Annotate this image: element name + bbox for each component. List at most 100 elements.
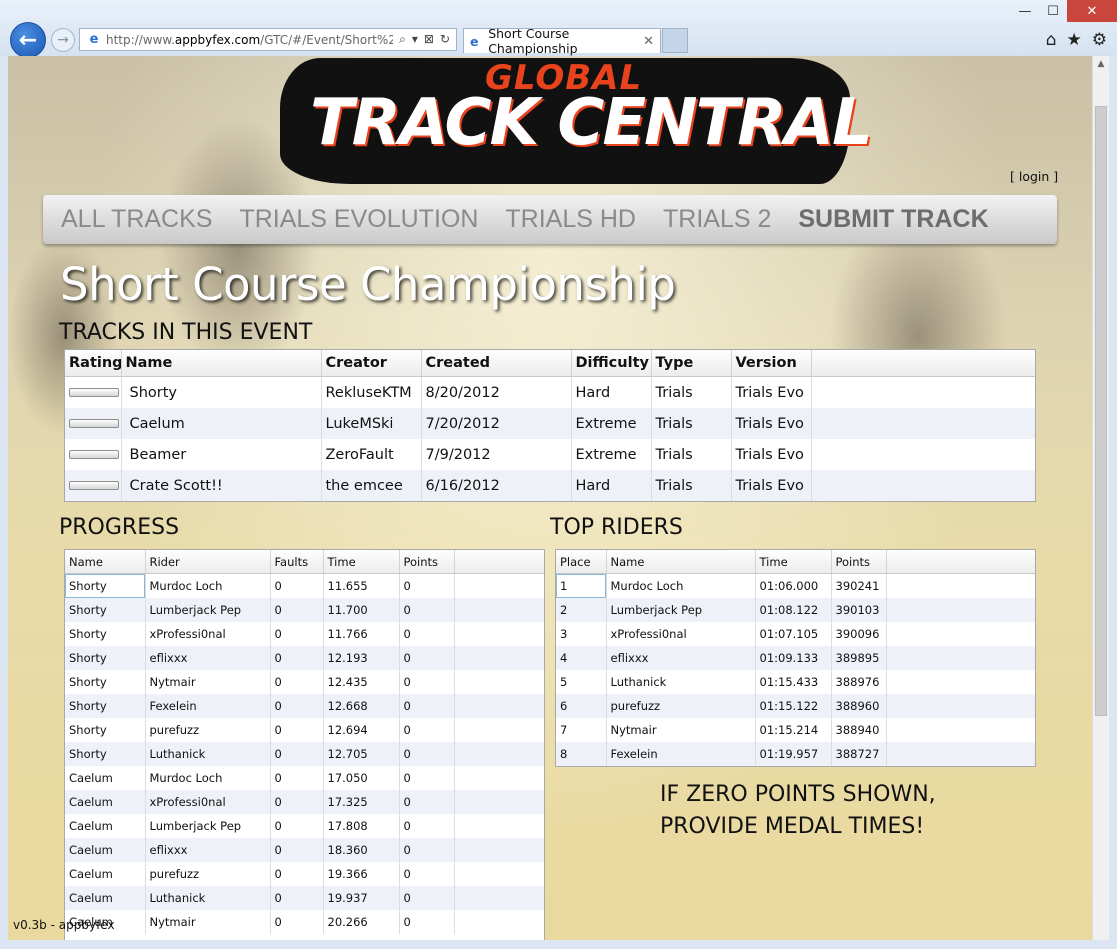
progress-row[interactable]: Caelum xProfessi0nal 0 17.325 0 xyxy=(65,790,544,814)
top-rider-row[interactable]: 3 xProfessi0nal 01:07.105 390096 xyxy=(556,622,1035,646)
col-header-name[interactable]: Name xyxy=(121,350,322,377)
track-row[interactable]: Caelum LukeMSki 7/20/2012 Extreme Trials Tria… xyxy=(65,408,1035,439)
rating-bar[interactable] xyxy=(69,450,119,459)
track-creator-cell: LukeMSki xyxy=(321,408,422,439)
col-header-name[interactable]: Name xyxy=(606,550,756,574)
col-header-place[interactable]: Place xyxy=(556,550,607,574)
refresh-icon[interactable]: ↻ xyxy=(440,32,450,47)
points-cell: 0 xyxy=(399,694,455,718)
progress-row[interactable]: Shorty Luthanick 0 12.705 0 xyxy=(65,742,544,766)
progress-row[interactable]: Caelum purefuzz 0 19.366 0 xyxy=(65,862,544,886)
col-header-rating[interactable]: Rating xyxy=(65,350,122,377)
track-name-cell[interactable]: Caelum xyxy=(121,408,322,439)
close-window-button[interactable]: ✕ xyxy=(1067,0,1117,22)
col-header-creator[interactable]: Creator xyxy=(321,350,422,377)
track-creator-cell: the emcee xyxy=(321,470,422,501)
track-row[interactable]: Beamer ZeroFault 7/9/2012 Extreme Trials Tria… xyxy=(65,439,1035,470)
progress-row[interactable]: Shorty Nytmair 0 12.435 0 xyxy=(65,670,544,694)
progress-row[interactable]: Shorty purefuzz 0 12.694 0 xyxy=(65,718,544,742)
logo[interactable]: GLOBAL TRACK CENTRAL xyxy=(280,58,873,184)
tab-short-course[interactable]: e Short Course Championship ✕ xyxy=(463,26,661,56)
scroll-up-icon[interactable]: ▲ xyxy=(1093,56,1109,73)
col-header-difficulty[interactable]: Difficulty xyxy=(571,350,652,377)
gear-icon[interactable]: ⚙ xyxy=(1092,30,1107,50)
track-name-cell[interactable]: Beamer xyxy=(121,439,322,470)
track-name-cell: Caelum xyxy=(65,790,146,814)
track-name-cell: Shorty xyxy=(65,694,146,718)
col-header-points[interactable]: Points xyxy=(831,550,887,574)
progress-row[interactable]: Caelum eflixxx 0 18.360 0 xyxy=(65,838,544,862)
forward-button[interactable]: → xyxy=(51,28,75,52)
col-header-faults[interactable]: Faults xyxy=(270,550,324,574)
track-row[interactable]: Shorty RekluseKTM 8/20/2012 Hard Trials Trial… xyxy=(65,376,1035,408)
dropdown-icon[interactable]: ▾ xyxy=(412,32,418,47)
rider-name-cell: purefuzz xyxy=(606,694,756,718)
progress-row[interactable]: Caelum Lumberjack Pep 0 17.808 0 xyxy=(65,814,544,838)
rating-bar[interactable] xyxy=(69,419,119,428)
col-header-time[interactable]: Time xyxy=(323,550,400,574)
scrollbar-thumb[interactable] xyxy=(1095,106,1107,716)
search-icon[interactable]: ⌕ xyxy=(399,32,406,47)
col-header-type[interactable]: Type xyxy=(651,350,732,377)
maximize-button[interactable]: ☐ xyxy=(1039,0,1067,22)
url-text[interactable]: http://www.appbyfex.com/GTC/#/Event/Shor… xyxy=(106,33,393,47)
col-header-points[interactable]: Points xyxy=(399,550,455,574)
track-row[interactable]: Crate Scott!! the emcee 6/16/2012 Hard Trial… xyxy=(65,470,1035,501)
nav-submit-track[interactable]: SUBMIT TRACK xyxy=(798,205,988,234)
window-controls: — ☐ ✕ xyxy=(1011,0,1117,22)
address-bar[interactable]: e http://www.appbyfex.com/GTC/#/Event/Sh… xyxy=(79,28,457,51)
progress-row[interactable]: Shorty eflixxx 0 12.193 0 xyxy=(65,646,544,670)
track-name-cell[interactable]: Shorty xyxy=(121,376,322,408)
col-header-version[interactable]: Version xyxy=(731,350,812,377)
progress-row[interactable]: Caelum Luthanick 0 19.937 0 xyxy=(65,886,544,910)
col-header-created[interactable]: Created xyxy=(421,350,572,377)
progress-heading: PROGRESS xyxy=(59,515,180,540)
nav-trials-hd[interactable]: TRIALS HD xyxy=(505,205,636,234)
nav-trials-evolution[interactable]: TRIALS EVOLUTION xyxy=(239,205,478,234)
tab-close-icon[interactable]: ✕ xyxy=(643,34,654,49)
points-cell: 388727 xyxy=(831,742,887,766)
top-rider-row[interactable]: 1 Murdoc Loch 01:06.000 390241 xyxy=(556,573,1035,598)
progress-row[interactable]: Caelum Murdoc Loch 0 17.050 0 xyxy=(65,766,544,790)
time-cell: 17.050 xyxy=(323,766,400,790)
col-header-filler xyxy=(886,550,1035,574)
home-icon[interactable]: ⌂ xyxy=(1046,30,1057,50)
compat-view-icon[interactable]: ⊠ xyxy=(424,32,434,47)
top-rider-row[interactable]: 2 Lumberjack Pep 01:08.122 390103 xyxy=(556,598,1035,622)
track-rating-cell[interactable] xyxy=(65,408,122,439)
new-tab-button[interactable] xyxy=(662,28,688,53)
col-header-time[interactable]: Time xyxy=(755,550,832,574)
top-rider-row[interactable]: 5 Luthanick 01:15.433 388976 xyxy=(556,670,1035,694)
favorites-star-icon[interactable]: ★ xyxy=(1067,30,1082,50)
page-title: Short Course Championship xyxy=(60,258,676,311)
rating-bar[interactable] xyxy=(69,481,119,490)
progress-row[interactable]: Shorty Fexelein 0 12.668 0 xyxy=(65,694,544,718)
filler-cell xyxy=(454,622,544,646)
progress-row[interactable]: Shorty Murdoc Loch 0 11.655 0 xyxy=(65,573,544,598)
track-rating-cell[interactable] xyxy=(65,376,122,408)
progress-row[interactable]: Caelum Nytmair 0 20.266 0 xyxy=(65,910,544,934)
progress-row[interactable]: Shorty xProfessi0nal 0 11.766 0 xyxy=(65,622,544,646)
top-rider-row[interactable]: 7 Nytmair 01:15.214 388940 xyxy=(556,718,1035,742)
track-rating-cell[interactable] xyxy=(65,439,122,470)
track-creator-cell: RekluseKTM xyxy=(321,376,422,408)
main-nav: ALL TRACKS TRIALS EVOLUTION TRIALS HD TR… xyxy=(43,195,1057,244)
nav-trials-2[interactable]: TRIALS 2 xyxy=(663,205,771,234)
col-header-name[interactable]: Name xyxy=(65,550,146,574)
top-rider-row[interactable]: 4 eflixxx 01:09.133 389895 xyxy=(556,646,1035,670)
track-name-cell[interactable]: Crate Scott!! xyxy=(121,470,322,501)
top-rider-row[interactable]: 8 Fexelein 01:19.957 388727 xyxy=(556,742,1035,766)
login-link[interactable]: [ login ] xyxy=(1010,169,1058,184)
progress-row[interactable]: Shorty Lumberjack Pep 0 11.700 0 xyxy=(65,598,544,622)
nav-all-tracks[interactable]: ALL TRACKS xyxy=(61,205,212,234)
track-rating-cell[interactable] xyxy=(65,470,122,501)
col-header-rider[interactable]: Rider xyxy=(145,550,271,574)
back-button[interactable]: ← xyxy=(10,22,46,58)
filler-cell xyxy=(886,718,1035,742)
track-name-cell: Caelum xyxy=(65,814,146,838)
track-version-cell: Trials Evo xyxy=(731,376,812,408)
rating-bar[interactable] xyxy=(69,388,119,397)
minimize-button[interactable]: — xyxy=(1011,0,1039,22)
top-rider-row[interactable]: 6 purefuzz 01:15.122 388960 xyxy=(556,694,1035,718)
vertical-scrollbar[interactable]: ▲ xyxy=(1092,56,1109,940)
